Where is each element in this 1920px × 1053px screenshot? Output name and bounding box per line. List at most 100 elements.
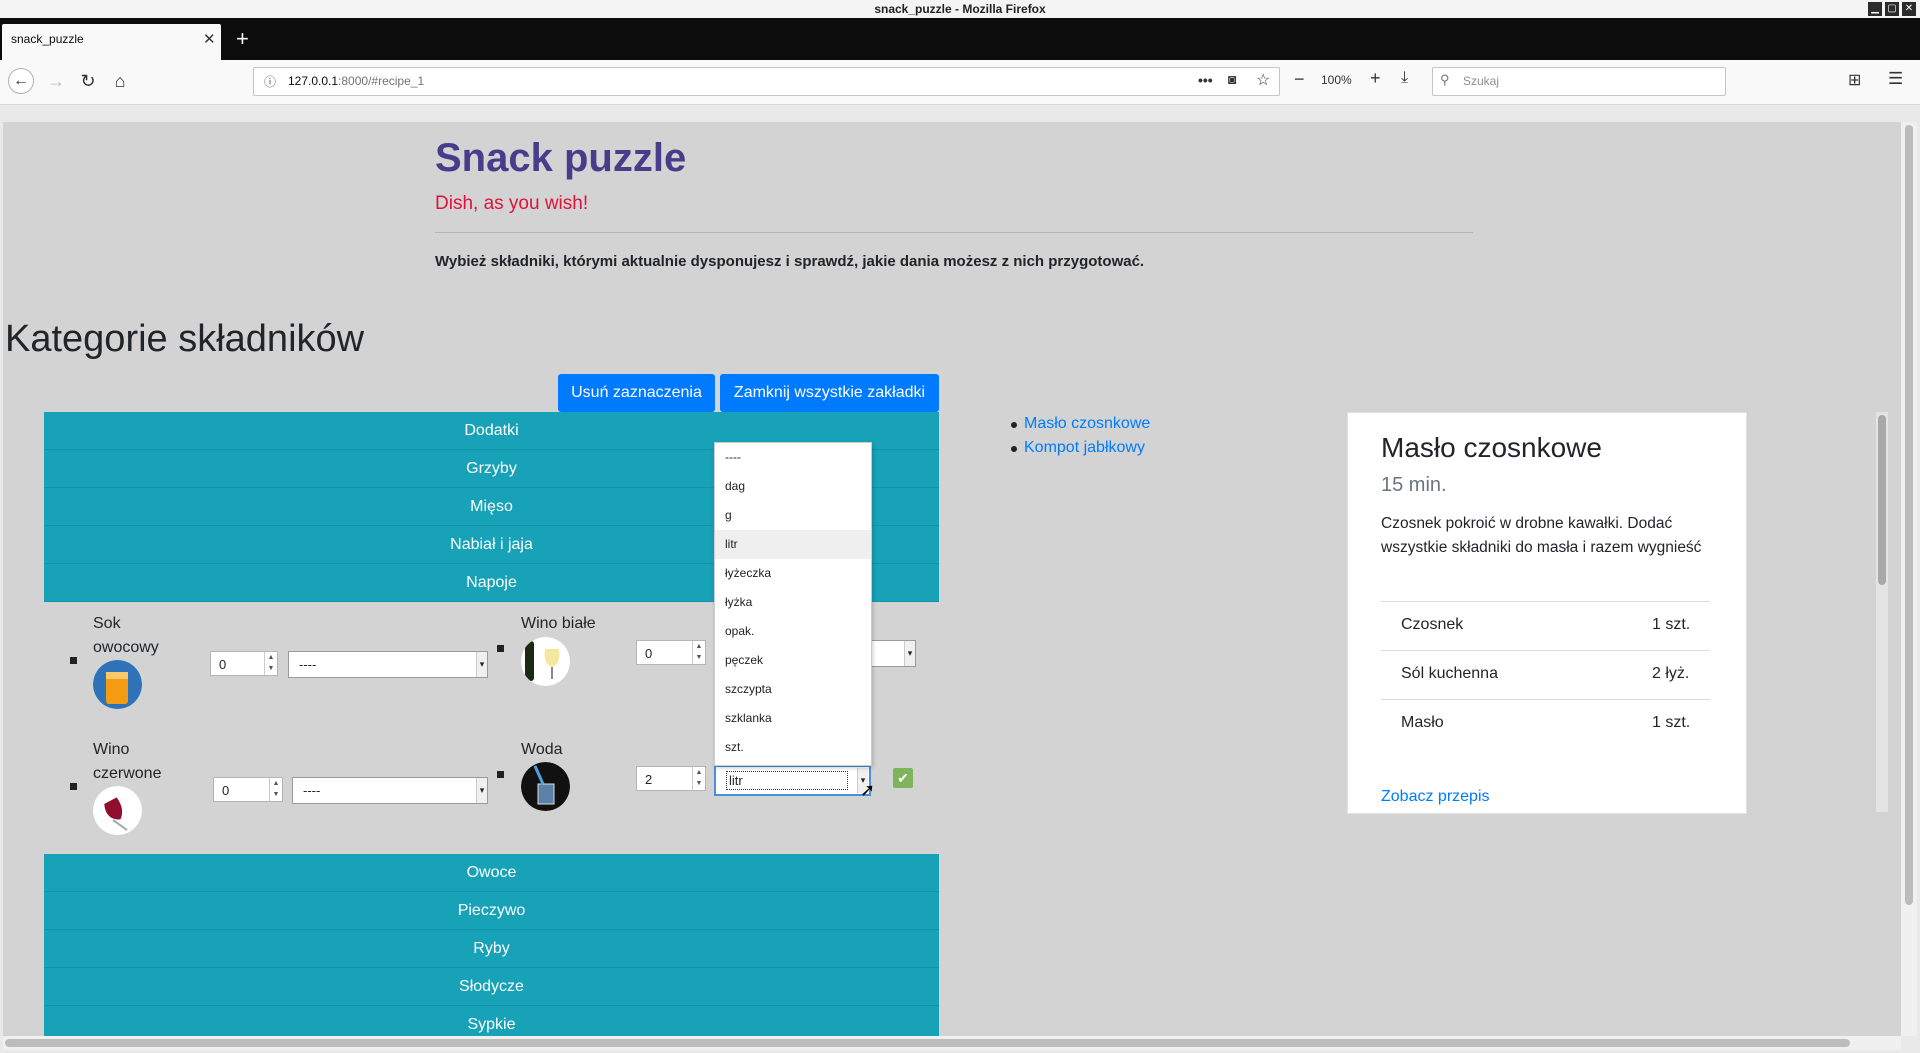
ingredient-name: Sok	[93, 615, 121, 632]
table-divider	[1381, 699, 1710, 700]
zoom-in-icon[interactable]: +	[1370, 68, 1381, 89]
stepper-icon[interactable]: ▲ ▼	[692, 767, 705, 790]
list-bullet	[70, 783, 77, 790]
recipe-ingredient-name: Sól kuchenna	[1401, 665, 1498, 682]
tab-strip	[0, 18, 1920, 60]
close-all-tabs-button[interactable]: Zamknij wszystkie zakładki	[720, 374, 939, 412]
back-arrow-icon[interactable]: ←	[8, 68, 34, 94]
recipe-link[interactable]: Masło czosnkowe	[1024, 415, 1150, 433]
card-scrollbar-thumb[interactable]	[1878, 415, 1886, 585]
reload-icon[interactable]: ↻	[76, 69, 100, 93]
maximize-icon[interactable]: ▢	[1885, 2, 1899, 16]
close-window-icon[interactable]: ✕	[1902, 2, 1916, 16]
list-bullet	[1011, 446, 1017, 452]
unit-option[interactable]: łyżka	[715, 588, 871, 617]
window-controls: ▁ ▢ ✕	[1868, 2, 1916, 16]
url-host: 127.0.0.1	[288, 74, 339, 88]
page-title: Snack puzzle	[435, 136, 687, 180]
ingredient-name: Woda	[521, 741, 563, 758]
list-bullet	[497, 645, 504, 652]
confirm-check-button[interactable]: ✔	[893, 768, 913, 788]
intro-text: Wybież składniki, którymi aktualnie dysp…	[435, 253, 1145, 270]
unit-select[interactable]: ----	[288, 651, 488, 678]
table-divider	[1381, 650, 1710, 651]
unit-option[interactable]: pęczek	[715, 646, 871, 675]
zoom-out-icon[interactable]: −	[1294, 69, 1305, 90]
stepper-icon[interactable]: ▲ ▼	[269, 778, 282, 801]
zoom-level[interactable]: 100%	[1321, 73, 1352, 87]
downloads-icon[interactable]: ⤓	[1401, 69, 1408, 87]
home-icon[interactable]: ⌂	[108, 69, 132, 93]
divider	[435, 232, 1473, 233]
stepper-icon[interactable]: ▲ ▼	[264, 652, 277, 675]
unit-option[interactable]: szt.	[715, 733, 871, 762]
window-title: snack_puzzle - Mozilla Firefox	[0, 0, 1920, 19]
unit-option[interactable]: opak.	[715, 617, 871, 646]
see-recipe-link[interactable]: Zobacz przepis	[1381, 788, 1490, 806]
recipe-ingredient-name: Czosnek	[1401, 616, 1464, 633]
white-wine-image	[521, 637, 570, 686]
chevron-down-icon[interactable]: ▾	[476, 652, 487, 677]
list-bullet	[1011, 422, 1017, 428]
site-info-icon[interactable]: ⓘ	[264, 73, 276, 90]
unit-option[interactable]: g	[715, 501, 871, 530]
unit-option-highlighted[interactable]: litr	[715, 530, 871, 559]
unit-option[interactable]: ----	[715, 443, 871, 472]
table-divider	[1381, 601, 1710, 602]
list-bullet	[497, 771, 504, 778]
category-sypkie[interactable]: Sypkie	[44, 1006, 939, 1037]
recipe-ingredient-amount: 1 szt.	[1652, 616, 1691, 633]
search-placeholder: Szukaj	[1463, 74, 1500, 88]
ingredient-name: Wino białe	[521, 615, 596, 632]
clear-selection-button[interactable]: Usuń zaznaczenia	[558, 374, 715, 412]
unit-select-value: litr	[726, 771, 848, 790]
category-slodycze[interactable]: Słodycze	[44, 968, 939, 1006]
water-image	[521, 762, 570, 811]
horizontal-scrollbar-thumb[interactable]	[5, 1039, 1850, 1047]
tab-close-icon[interactable]: ✕	[203, 30, 216, 48]
pocket-icon[interactable]: ◙	[1228, 71, 1236, 87]
tab-title: snack_puzzle	[11, 32, 84, 46]
recipe-time: 15 min.	[1381, 474, 1447, 496]
page-actions-icon[interactable]: •••	[1198, 72, 1213, 88]
categories-heading: Kategorie składników	[5, 318, 365, 360]
new-tab-icon[interactable]: +	[236, 28, 249, 50]
vertical-scrollbar-thumb[interactable]	[1905, 125, 1913, 905]
recipe-ingredient-amount: 2 łyż.	[1652, 665, 1690, 682]
unit-option[interactable]: łyżeczka	[715, 559, 871, 588]
ingredient-name: czerwone	[93, 765, 162, 782]
category-owoce[interactable]: Owoce	[44, 854, 939, 892]
chevron-down-icon[interactable]: ▾	[904, 641, 915, 666]
unit-option[interactable]: szczypta	[715, 675, 871, 704]
unit-dropdown-list: ---- dag g litr łyżeczka łyżka opak. pęc…	[714, 442, 872, 766]
forward-arrow-icon[interactable]: →	[45, 69, 67, 93]
unit-option[interactable]: dag	[715, 472, 871, 501]
category-ryby[interactable]: Ryby	[44, 930, 939, 968]
menu-icon[interactable]: ☰	[1888, 69, 1903, 89]
category-pieczywo[interactable]: Pieczywo	[44, 892, 939, 930]
recipe-ingredient-amount: 1 szt.	[1652, 714, 1691, 731]
juice-image	[93, 660, 142, 709]
recipe-description: Czosnek pokroić w drobne kawałki. Dodać …	[1381, 515, 1702, 556]
mouse-cursor-icon: ➚	[860, 780, 876, 800]
stepper-icon[interactable]: ▲ ▼	[692, 641, 705, 664]
page-subtitle: Dish, as you wish!	[435, 193, 589, 214]
recipe-ingredient-name: Masło	[1401, 714, 1444, 731]
unit-option[interactable]: szklanka	[715, 704, 871, 733]
library-icon[interactable]: ⊞	[1848, 70, 1861, 90]
search-icon: ⚲	[1440, 72, 1450, 87]
chevron-down-icon[interactable]: ▾	[476, 778, 487, 803]
unit-select[interactable]: ----	[292, 777, 488, 804]
recipe-link[interactable]: Kompot jabłkowy	[1024, 439, 1145, 457]
url-text[interactable]: 127.0.0.1:8000/#recipe_1	[288, 74, 424, 88]
unit-select-active[interactable]: litr	[714, 765, 871, 796]
url-path: :8000/#recipe_1	[338, 74, 425, 88]
ingredient-name: Wino	[93, 741, 130, 758]
ingredient-name: owocowy	[93, 639, 159, 656]
bookmark-star-icon[interactable]: ☆	[1256, 70, 1270, 90]
minimize-icon[interactable]: ▁	[1868, 2, 1882, 16]
red-wine-image	[93, 786, 142, 835]
recipe-title: Masło czosnkowe	[1381, 432, 1602, 463]
list-bullet	[70, 657, 77, 664]
recipe-card	[1347, 412, 1747, 814]
